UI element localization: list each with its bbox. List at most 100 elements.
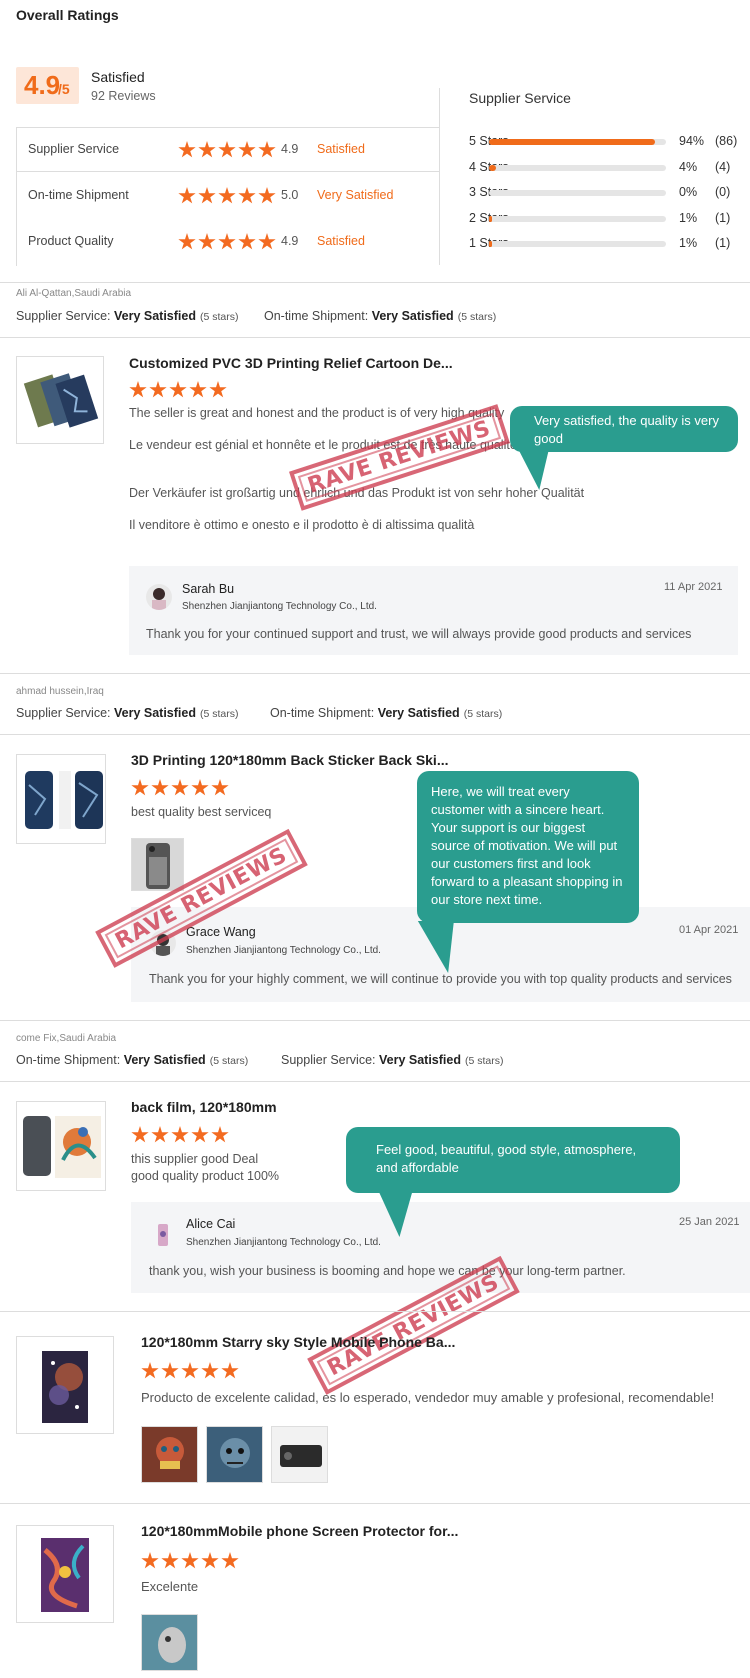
star-icon xyxy=(258,187,276,204)
review-photo[interactable] xyxy=(271,1426,328,1483)
star-icon xyxy=(191,1126,209,1143)
bar-fill xyxy=(489,164,497,171)
bar-count: (0) xyxy=(715,185,731,199)
rating-score: 4.9 xyxy=(281,234,299,248)
bar-percent: 94% xyxy=(679,134,705,148)
star-icon xyxy=(141,1362,159,1379)
star-icon xyxy=(198,141,216,158)
star-icon xyxy=(191,779,209,796)
star-icon xyxy=(258,233,276,250)
reviewer-name: Ali Al-Qattan,Saudi Arabia xyxy=(16,288,132,299)
review-stars xyxy=(131,779,229,797)
rating-status: Satisfied xyxy=(317,234,365,248)
bar-fill xyxy=(489,139,656,145)
rating-stars xyxy=(178,141,276,159)
review-text: best quality best serviceq xyxy=(131,805,272,819)
review-stars xyxy=(141,1552,239,1570)
product-image xyxy=(17,1526,113,1622)
review-service-rating: Supplier Service: Very Satisfied (5 stars… xyxy=(16,309,239,323)
reply-company: Shenzhen Jianjiantong Technology Co., Lt… xyxy=(186,945,381,956)
review-photo[interactable] xyxy=(141,1426,198,1483)
product-image xyxy=(17,357,103,443)
review-shipment-rating: On-time Shipment: Very Satisfied (5 stars… xyxy=(16,1053,248,1067)
divider xyxy=(439,88,440,265)
star-icon xyxy=(161,1362,179,1379)
overall-satisfaction: Satisfied xyxy=(91,69,145,85)
review-count: 92 Reviews xyxy=(91,89,156,103)
star-icon xyxy=(141,1552,159,1569)
rating-label-product-quality: Product Quality xyxy=(28,234,114,248)
product-thumbnail[interactable] xyxy=(16,1101,106,1191)
divider xyxy=(0,1081,750,1082)
review-stars xyxy=(131,1126,229,1144)
star-icon xyxy=(198,187,216,204)
bar-count: (1) xyxy=(715,210,731,225)
reply-author: Alice Cai xyxy=(186,1217,236,1231)
star-icon xyxy=(151,1126,169,1143)
product-thumbnail[interactable] xyxy=(16,1336,114,1434)
service-stars: (5 stars) xyxy=(463,708,503,720)
star-icon xyxy=(161,1552,179,1569)
callout-tail xyxy=(518,450,564,490)
rating-status: Satisfied xyxy=(317,142,365,156)
avatar xyxy=(150,1222,176,1248)
review-photo[interactable] xyxy=(141,1614,198,1671)
product-thumbnail[interactable] xyxy=(16,1525,114,1623)
reply-date: 25 Jan 2021 xyxy=(679,1216,740,1228)
bar-track xyxy=(489,190,666,196)
bar-percent: 1% xyxy=(679,236,698,250)
product-title[interactable]: back film, 120*180mm xyxy=(131,1099,277,1115)
service-value: Very Satisfied xyxy=(113,706,196,720)
reply-date: 01 Apr 2021 xyxy=(679,924,739,936)
divider xyxy=(0,1503,750,1504)
bar-fill xyxy=(489,241,492,247)
review-service-rating: Supplier Service: Very Satisfied (5 stars… xyxy=(281,1053,504,1067)
review-service-rating: Supplier Service: Very Satisfied (5 stars… xyxy=(16,706,239,720)
star-icon xyxy=(258,141,276,158)
product-thumbnail[interactable] xyxy=(16,356,104,444)
service-value: Very Satisfied xyxy=(113,309,196,323)
reply-text: Thank you for your highly comment, we wi… xyxy=(149,972,732,986)
star-icon xyxy=(238,141,256,158)
bar-track xyxy=(489,139,666,145)
review-photo[interactable] xyxy=(131,838,184,891)
rating-status: Very Satisfied xyxy=(317,188,394,202)
bar-track xyxy=(489,241,666,247)
star-icon xyxy=(238,187,256,204)
review-shipment-rating: On-time Shipment: Very Satisfied (5 stars… xyxy=(264,309,496,323)
product-title[interactable]: 3D Printing 120*180mm Back Sticker Back … xyxy=(131,752,449,768)
supplier-service-title: Supplier Service xyxy=(469,90,571,106)
reply-company: Shenzhen Jianjiantong Technology Co., Lt… xyxy=(186,1237,381,1248)
star-icon xyxy=(131,779,149,796)
star-icon xyxy=(201,1362,219,1379)
product-image xyxy=(17,1337,113,1433)
review-photo[interactable] xyxy=(206,1426,263,1483)
service-label: Supplier Service: xyxy=(281,1053,376,1067)
product-title[interactable]: 120*180mm Starry sky Style Mobile Phone … xyxy=(141,1334,455,1350)
star-icon xyxy=(178,187,196,204)
rating-label-on-time-shipment: On-time Shipment xyxy=(28,188,129,202)
review-text: Producto de excelente calidad, es lo esp… xyxy=(141,1390,715,1405)
divider xyxy=(0,673,750,674)
product-thumbnail[interactable] xyxy=(16,754,106,844)
divider xyxy=(0,337,750,338)
overall-score: 4.9 xyxy=(24,70,61,100)
service-value: Very Satisfied xyxy=(378,1053,461,1067)
star-icon xyxy=(178,233,196,250)
divider xyxy=(0,1020,750,1021)
star-icon xyxy=(181,1552,199,1569)
reviewer-name: ahmad hussein,Iraq xyxy=(16,686,104,697)
service-label: On-time Shipment: xyxy=(264,309,369,323)
star-icon xyxy=(218,233,236,250)
product-title[interactable]: 120*180mmMobile phone Screen Protector f… xyxy=(141,1523,458,1539)
product-title[interactable]: Customized PVC 3D Printing Relief Cartoo… xyxy=(129,355,453,371)
bar-percent: 0% xyxy=(679,185,698,199)
divider xyxy=(16,171,440,172)
star-icon xyxy=(178,141,196,158)
product-image xyxy=(17,755,105,843)
star-icon xyxy=(181,1362,199,1379)
reply-date: 11 Apr 2021 xyxy=(664,581,723,593)
reply-author: Sarah Bu xyxy=(182,582,235,596)
review-stars xyxy=(129,381,227,399)
review-text: this supplier good Deal xyxy=(131,1152,259,1166)
